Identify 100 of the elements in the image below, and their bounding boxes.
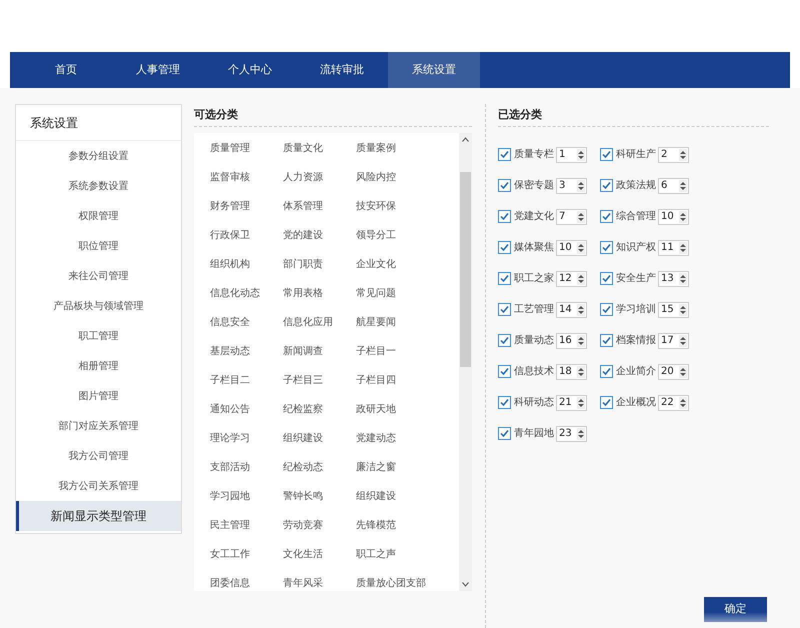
order-spinner[interactable]: 18 (556, 364, 587, 380)
checkbox[interactable] (600, 148, 613, 161)
category-item[interactable]: 监督审核 (210, 172, 250, 184)
confirm-button[interactable]: 确定 (704, 597, 767, 622)
spinner-arrows-icon[interactable] (679, 366, 687, 378)
category-item[interactable]: 廉洁之窗 (356, 462, 396, 474)
category-item[interactable]: 新闻调查 (283, 346, 323, 358)
category-item[interactable]: 质量放心团支部 (356, 578, 426, 590)
category-item[interactable]: 质量管理 (210, 143, 250, 154)
sidebar-item[interactable]: 参数分组设置 (16, 141, 181, 171)
category-item[interactable]: 财务管理 (210, 201, 250, 212)
order-spinner[interactable]: 12 (556, 270, 587, 286)
category-item[interactable]: 常见问题 (356, 288, 396, 300)
checkbox[interactable] (498, 334, 511, 347)
category-item[interactable]: 质量案例 (356, 143, 396, 154)
checkbox[interactable] (600, 303, 613, 316)
order-spinner[interactable]: 3 (556, 178, 587, 194)
sidebar-item[interactable]: 新闻显示类型管理 (16, 501, 181, 531)
checkbox[interactable] (600, 334, 613, 347)
category-item[interactable]: 党建动态 (356, 433, 396, 444)
category-item[interactable]: 人力资源 (283, 172, 323, 184)
sidebar-item[interactable]: 职工管理 (16, 321, 181, 351)
spinner-arrows-icon[interactable] (679, 148, 687, 160)
order-spinner[interactable]: 2 (658, 146, 689, 162)
spinner-arrows-icon[interactable] (577, 304, 585, 316)
checkbox[interactable] (498, 396, 511, 409)
category-item[interactable]: 组织建设 (356, 491, 396, 502)
spinner-arrows-icon[interactable] (577, 428, 585, 440)
nav-tab[interactable]: 首页 (20, 52, 112, 88)
spinner-arrows-icon[interactable] (679, 396, 687, 408)
checkbox[interactable] (600, 210, 613, 223)
order-spinner[interactable]: 23 (556, 426, 587, 442)
checkbox[interactable] (498, 427, 511, 440)
spinner-arrows-icon[interactable] (679, 210, 687, 222)
checkbox[interactable] (498, 148, 511, 161)
category-item[interactable]: 支部活动 (210, 462, 250, 474)
category-item[interactable]: 青年风采 (283, 578, 323, 590)
category-item[interactable]: 企业文化 (356, 259, 396, 270)
category-item[interactable]: 通知公告 (210, 404, 250, 416)
nav-tab[interactable]: 流转审批 (296, 52, 388, 88)
sidebar-item[interactable]: 职位管理 (16, 231, 181, 261)
spinner-arrows-icon[interactable] (577, 148, 585, 160)
checkbox[interactable] (498, 179, 511, 192)
category-item[interactable]: 女工工作 (210, 549, 250, 560)
spinner-arrows-icon[interactable] (577, 366, 585, 378)
spinner-arrows-icon[interactable] (679, 242, 687, 254)
sidebar-item[interactable]: 我方公司关系管理 (16, 471, 181, 501)
order-spinner[interactable]: 17 (658, 332, 689, 348)
category-item[interactable]: 信息化应用 (283, 317, 333, 328)
spinner-arrows-icon[interactable] (577, 210, 585, 222)
category-item[interactable]: 子栏目二 (210, 375, 250, 386)
category-item[interactable]: 文化生活 (283, 549, 323, 560)
category-item[interactable]: 基层动态 (210, 346, 250, 358)
checkbox[interactable] (600, 272, 613, 285)
order-spinner[interactable]: 20 (658, 364, 689, 380)
spinner-arrows-icon[interactable] (577, 242, 585, 254)
checkbox[interactable] (600, 179, 613, 192)
nav-tab[interactable]: 个人中心 (204, 52, 296, 88)
spinner-arrows-icon[interactable] (577, 396, 585, 408)
spinner-arrows-icon[interactable] (577, 272, 585, 284)
order-spinner[interactable]: 11 (658, 240, 689, 256)
order-spinner[interactable]: 16 (556, 332, 587, 348)
order-spinner[interactable]: 6 (658, 178, 689, 194)
category-item[interactable]: 劳动竞赛 (283, 520, 323, 532)
checkbox[interactable] (600, 396, 613, 409)
category-item[interactable]: 职工之声 (356, 549, 396, 560)
checkbox[interactable] (498, 365, 511, 378)
category-item[interactable]: 组织建设 (283, 433, 323, 444)
category-item[interactable]: 体系管理 (283, 201, 323, 212)
order-spinner[interactable]: 1 (556, 146, 587, 162)
category-item[interactable]: 子栏目四 (356, 375, 396, 386)
sidebar-item[interactable]: 权限管理 (16, 201, 181, 231)
order-spinner[interactable]: 10 (658, 208, 689, 224)
category-item[interactable]: 领导分工 (356, 230, 396, 242)
order-spinner[interactable]: 13 (658, 270, 689, 286)
checkbox[interactable] (498, 272, 511, 285)
order-spinner[interactable]: 7 (556, 208, 587, 224)
spinner-arrows-icon[interactable] (577, 334, 585, 346)
category-item[interactable]: 党的建设 (283, 230, 323, 242)
category-item[interactable]: 信息安全 (210, 317, 250, 328)
checkbox[interactable] (498, 210, 511, 223)
order-spinner[interactable]: 22 (658, 394, 689, 410)
category-item[interactable]: 质量文化 (283, 143, 323, 154)
category-item[interactable]: 常用表格 (283, 288, 323, 300)
category-item[interactable]: 风险内控 (356, 172, 396, 184)
nav-tab[interactable]: 人事管理 (112, 52, 204, 88)
category-item[interactable]: 警钟长鸣 (283, 491, 323, 502)
category-item[interactable]: 纪检动态 (283, 462, 323, 474)
category-item[interactable]: 纪检监察 (283, 404, 323, 416)
category-item[interactable]: 信息化动态 (210, 288, 260, 300)
nav-tab[interactable]: 系统设置 (388, 52, 480, 88)
category-item[interactable]: 团委信息 (210, 578, 250, 590)
scroll-thumb[interactable] (460, 172, 471, 367)
category-item[interactable]: 理论学习 (210, 433, 250, 444)
spinner-arrows-icon[interactable] (679, 272, 687, 284)
order-spinner[interactable]: 14 (556, 302, 587, 318)
sidebar-item[interactable]: 部门对应关系管理 (16, 411, 181, 441)
category-item[interactable]: 技安环保 (356, 201, 396, 212)
category-item[interactable]: 行政保卫 (210, 230, 250, 242)
sidebar-item[interactable]: 系统参数设置 (16, 171, 181, 201)
